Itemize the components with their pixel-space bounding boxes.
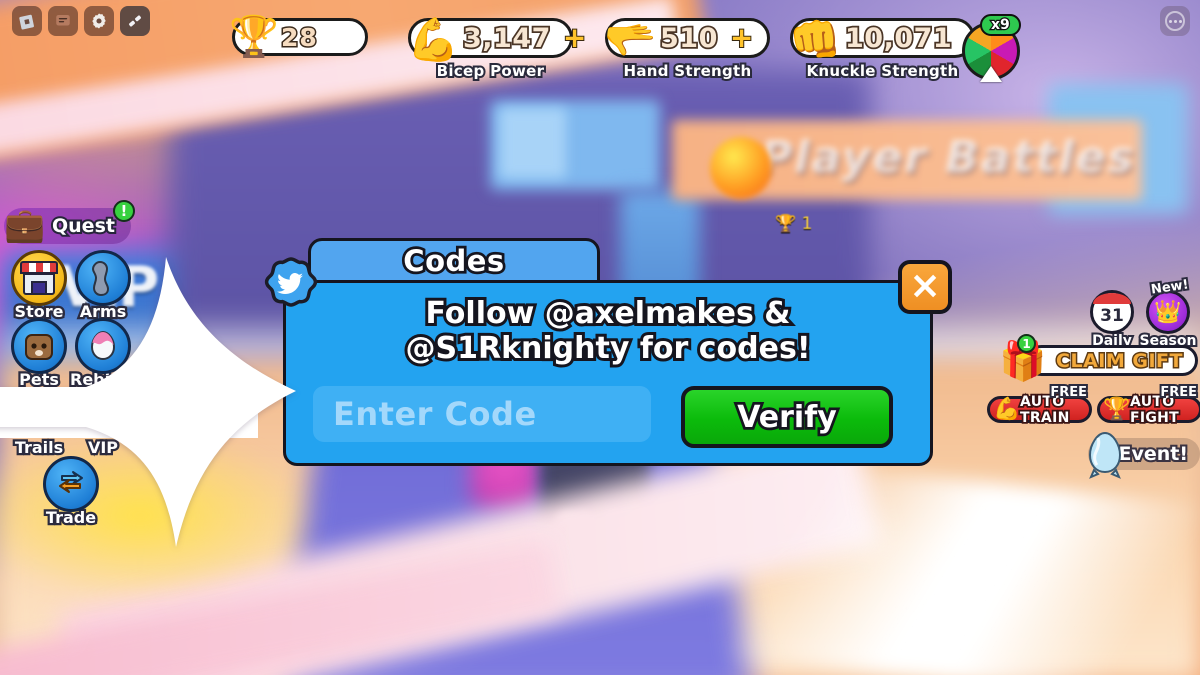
auto-train-free-tag: FREE <box>1048 383 1089 402</box>
sidebar-item-arms[interactable]: Arms <box>70 250 136 323</box>
verify-button[interactable]: Verify <box>681 386 893 448</box>
calendar-icon: 31 <box>1090 290 1134 334</box>
stat-knuckle-pill[interactable]: 👊 10,071 + <box>789 15 989 64</box>
storefront-icon <box>11 250 67 306</box>
background-window-left-pane <box>500 108 566 178</box>
roblox-system-bar <box>12 6 150 36</box>
spin-wheel-multiplier-badge: x9 <box>980 14 1021 36</box>
close-button[interactable]: × <box>898 260 952 314</box>
crown-icon: 👑 New! <box>1146 275 1192 334</box>
background-trophy-marker: 🏆 1 <box>775 214 813 234</box>
stat-hand-strength[interactable]: 🫳 510 + Hand Strength <box>604 15 770 82</box>
quest-alert-badge: ! <box>112 200 135 222</box>
chat-icon[interactable] <box>48 6 78 36</box>
sidebar-item-rebirth[interactable]: Rebirth <box>68 318 139 391</box>
briefcase-icon: 💼 <box>4 205 46 244</box>
stat-hand-pill[interactable]: 🫳 510 + <box>604 15 770 64</box>
flexed-bicep-icon: 💪 <box>407 15 460 64</box>
trails-label: Trails <box>13 436 66 460</box>
stat-knuckle-strength[interactable]: 👊 10,071 + Knuckle Strength <box>789 15 989 82</box>
fist-icon: 👊 <box>789 15 842 64</box>
trophy-icon: 🏆 <box>1103 397 1131 422</box>
twitter-bird-icon[interactable] <box>258 255 324 321</box>
daily-day-number: 31 <box>1100 306 1124 326</box>
rebirth-egg-icon <box>75 318 131 374</box>
fullscreen-icon[interactable] <box>120 6 150 36</box>
auto-fight-free-tag: FREE <box>1158 383 1199 402</box>
background-orb <box>710 137 772 199</box>
hand-gripper-icon: 🫳 <box>604 15 657 64</box>
stat-bicep-value: 3,147 <box>461 21 552 56</box>
stat-bicep-pill[interactable]: 💪 3,147 + <box>407 15 587 64</box>
trade-arrows-icon <box>43 456 99 512</box>
stat-bicep-power[interactable]: 💪 3,147 + Bicep Power <box>407 15 587 82</box>
egg-icon <box>1082 430 1128 480</box>
trophy-value: 28 <box>280 21 319 53</box>
background-sign-text: Player Battles <box>760 132 1136 183</box>
event-label: Event! <box>1116 441 1190 467</box>
season-button[interactable]: 👑 New! Season <box>1138 275 1199 351</box>
vip-label: VIP <box>86 436 121 460</box>
claim-gift-button[interactable]: 🎁 1 CLAIM GIFT <box>999 334 1198 383</box>
more-dots-icon <box>1165 11 1185 31</box>
sidebar-item-pets[interactable]: Pets <box>6 318 72 391</box>
daily-reward-button[interactable]: 31 Daily <box>1082 290 1142 351</box>
pet-bear-icon <box>11 318 67 374</box>
auto-train-button[interactable]: 💪 AUTO TRAIN FREE <box>987 383 1092 427</box>
claim-gift-label: CLAIM GIFT <box>1055 348 1184 373</box>
page-title: Codes <box>401 241 507 281</box>
quest-label: Quest <box>50 213 117 239</box>
gift-count-badge: 1 <box>1017 334 1036 353</box>
verify-button-label: Verify <box>734 397 839 438</box>
code-input[interactable]: Enter Code <box>313 386 651 442</box>
code-input-placeholder: Enter Code <box>333 395 537 433</box>
stat-hand-plus-button[interactable]: + <box>729 23 755 53</box>
trophy-counter[interactable]: 🏆 28 <box>229 14 368 60</box>
sidebar-item-trade[interactable]: Trade <box>38 456 104 529</box>
sidebar-item-trails[interactable]: Trails <box>6 386 72 460</box>
auto-fight-button[interactable]: 🏆 AUTO FIGHT FREE <box>1097 383 1200 427</box>
close-icon: × <box>909 263 941 307</box>
spin-wheel-pointer-icon <box>980 66 1002 82</box>
sidebar-item-quest[interactable]: 💼 Quest ! <box>4 200 135 244</box>
sidebar-item-store[interactable]: Store <box>6 250 72 323</box>
arm-icon <box>75 250 131 306</box>
stat-knuckle-value: 10,071 <box>843 21 953 56</box>
stat-bicep-plus-button[interactable]: + <box>562 23 588 53</box>
trophy-icon: 🏆 <box>229 14 279 60</box>
roblox-logo-icon[interactable] <box>12 6 42 36</box>
sidebar-item-vip[interactable]: VIP <box>70 386 136 460</box>
codes-dialog-title-tab: Codes <box>308 238 600 284</box>
stat-hand-value: 510 <box>658 21 719 56</box>
settings-gear-icon[interactable] <box>84 6 114 36</box>
spin-wheel-button[interactable]: x9 <box>962 14 1026 82</box>
bicep-icon: 💪 <box>993 397 1021 422</box>
event-button[interactable]: Event! <box>1088 431 1200 479</box>
codes-dialog-description: Follow @axelmakes & @S1Rknighty for code… <box>403 293 814 369</box>
more-options-button[interactable] <box>1160 6 1190 36</box>
